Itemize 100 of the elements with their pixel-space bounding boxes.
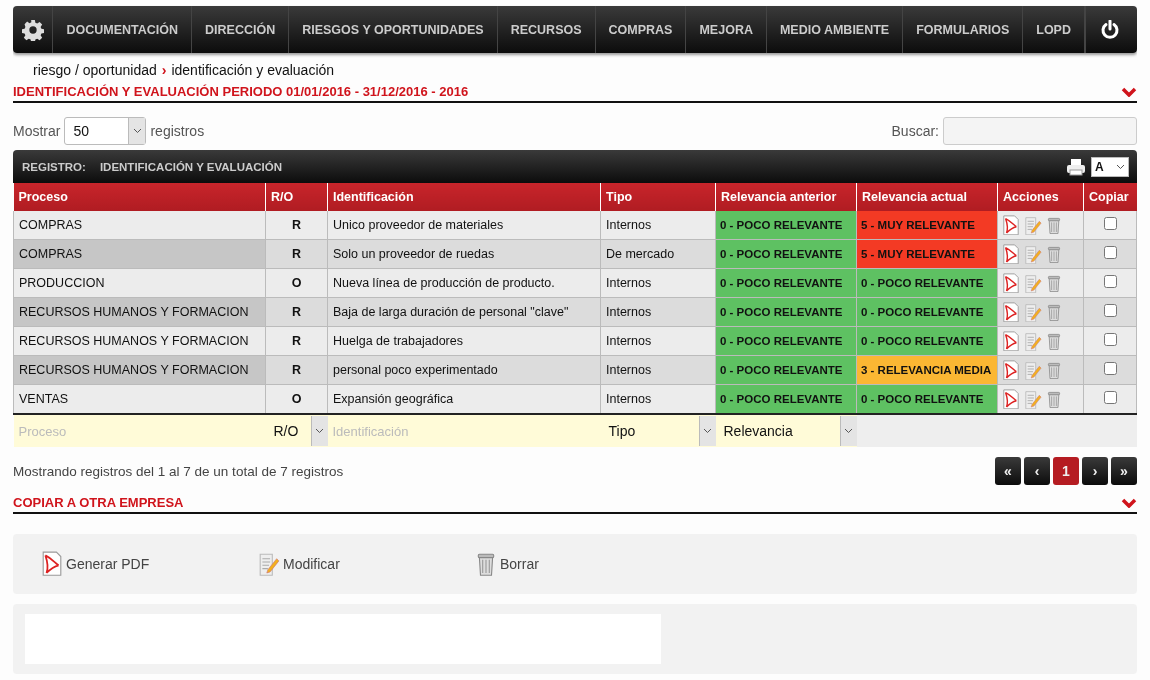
panel-label: REGISTRO: <box>22 160 86 173</box>
ro-filter-select[interactable]: R/O <box>265 416 328 446</box>
pdf-icon[interactable] <box>1002 243 1020 265</box>
show-label: Mostrar <box>13 123 61 139</box>
breadcrumb-link[interactable]: riesgo / oportunidad <box>33 62 157 84</box>
identification-filter-field[interactable]: Identificación <box>327 415 601 447</box>
column-header[interactable]: Relevancia anterior <box>715 183 857 211</box>
column-header[interactable]: Identificación <box>327 183 601 211</box>
pagination-button[interactable]: 1 <box>1053 457 1079 485</box>
nav-menu-item[interactable]: DIRECCIÓN <box>192 6 290 53</box>
chevron-down-icon <box>703 428 712 434</box>
copy-checkbox[interactable] <box>1103 333 1117 346</box>
nav-menu-item[interactable]: MEJORA <box>686 6 767 53</box>
table-cell: COMPRAS <box>13 239 266 269</box>
action-link[interactable]: Generar PDF <box>66 556 150 572</box>
chevron-down-icon <box>132 128 142 134</box>
table-cell: R <box>265 211 328 240</box>
table-cell: COMPRAS <box>13 211 266 240</box>
table-cell: R <box>265 239 328 269</box>
nav-menu-item[interactable]: DOCUMENTACIÓN <box>53 6 192 53</box>
chevron-down-icon <box>1116 163 1125 170</box>
chevron-down-icon[interactable] <box>1121 497 1137 508</box>
copy-checkbox[interactable] <box>1103 217 1117 230</box>
pdf-icon[interactable] <box>1002 214 1020 236</box>
relevance-cell: 0 - POCO RELEVANTE <box>856 384 998 414</box>
table-cell: Internos <box>600 384 716 414</box>
trash-icon[interactable] <box>1046 331 1062 351</box>
copy-checkbox[interactable] <box>1103 391 1117 404</box>
copy-checkbox[interactable] <box>1103 246 1117 259</box>
font-select[interactable]: A <box>1091 156 1129 177</box>
relevance-cell: 0 - POCO RELEVANTE <box>715 268 857 298</box>
relevance-cell: 0 - POCO RELEVANTE <box>715 326 857 356</box>
trash-icon[interactable] <box>1046 273 1062 293</box>
relevance-cell: 0 - POCO RELEVANTE <box>715 239 857 269</box>
nav-menu-item[interactable]: FORMULARIOS <box>903 6 1024 53</box>
type-filter-select[interactable]: Tipo <box>600 416 716 446</box>
pagination-button[interactable]: « <box>995 457 1021 485</box>
pagination-button[interactable]: ‹ <box>1024 457 1050 485</box>
panel-title: IDENTIFICACIÓN Y EVALUACIÓN <box>99 160 282 173</box>
relevance-cell: 0 - POCO RELEVANTE <box>715 297 857 327</box>
pdf-icon[interactable] <box>1002 272 1020 294</box>
pdf-icon[interactable] <box>1002 301 1020 323</box>
relevance-filter-select[interactable]: Relevancia <box>715 416 857 446</box>
nav-menu-item[interactable]: MEDIO AMBIENTE <box>766 6 904 53</box>
column-header[interactable]: Tipo <box>600 183 716 211</box>
trash-icon[interactable] <box>475 551 497 577</box>
table-cell: Unico proveedor de materiales <box>327 211 601 240</box>
column-header[interactable]: Proceso <box>13 183 266 211</box>
process-filter-field[interactable]: Proceso <box>13 415 266 447</box>
action-link[interactable]: Borrar <box>500 556 539 572</box>
page-size-select[interactable]: 50 <box>64 117 147 145</box>
table-cell: RECURSOS HUMANOS Y FORMACION <box>13 326 266 356</box>
table-cell: Nueva línea de producción de producto. <box>327 268 601 298</box>
table-cell: O <box>265 268 328 298</box>
chevron-down-icon <box>315 428 324 434</box>
column-header[interactable]: Acciones <box>997 183 1084 211</box>
relevance-cell: 5 - MUY RELEVANTE <box>856 211 998 240</box>
table-cell: O <box>265 384 328 414</box>
pagination-button[interactable]: » <box>1111 457 1137 485</box>
pdf-icon[interactable] <box>41 551 63 577</box>
nav-menu-item[interactable]: RECURSOS <box>497 6 596 53</box>
table-cell: R <box>265 297 328 327</box>
copy-checkbox[interactable] <box>1103 304 1117 317</box>
pdf-icon[interactable] <box>1002 388 1020 410</box>
section-title: COPIAR A OTRA EMPRESA <box>13 495 184 510</box>
relevance-cell: 0 - POCO RELEVANTE <box>856 297 998 327</box>
column-header[interactable]: R/O <box>265 183 328 211</box>
relevance-cell: 3 - RELEVANCIA MEDIA <box>856 355 998 385</box>
pdf-icon[interactable] <box>1002 359 1020 381</box>
pdf-icon[interactable] <box>1002 330 1020 352</box>
breadcrumb-current: identificación y evaluación <box>171 62 335 80</box>
relevance-cell: 0 - POCO RELEVANTE <box>715 384 857 414</box>
nav-menu-item[interactable]: LOPD <box>1023 6 1085 53</box>
search-field[interactable] <box>943 117 1137 145</box>
printer-icon[interactable] <box>1066 157 1086 176</box>
trash-icon[interactable] <box>1046 215 1062 235</box>
action-link[interactable]: Modificar <box>283 556 340 572</box>
nav-menu-item[interactable]: COMPRAS <box>595 6 687 53</box>
records-label: registros <box>150 123 205 139</box>
table-cell: Huelga de trabajadores <box>327 326 601 356</box>
chevron-down-icon[interactable] <box>1121 86 1137 97</box>
power-icon <box>1100 19 1120 40</box>
pagination-button[interactable]: › <box>1082 457 1108 485</box>
table-cell: Expansión geográfica <box>327 384 601 414</box>
relevance-cell: 0 - POCO RELEVANTE <box>856 326 998 356</box>
table-cell: Internos <box>600 355 716 385</box>
column-header[interactable]: Copiar <box>1083 183 1137 211</box>
table-cell: VENTAS <box>13 384 266 414</box>
table-cell: Internos <box>600 268 716 298</box>
copy-checkbox[interactable] <box>1103 362 1117 375</box>
table-cell: Solo un proveedor de ruedas <box>327 239 601 269</box>
nav-menu-item[interactable]: RIESGOS Y OPORTUNIDADES <box>289 6 498 53</box>
relevance-cell: 0 - POCO RELEVANTE <box>856 268 998 298</box>
table-cell: Baja de larga duración de personal "clave" <box>327 297 601 327</box>
trash-icon[interactable] <box>1046 389 1062 409</box>
table-cell: R <box>265 355 328 385</box>
column-header[interactable]: Relevancia actual <box>856 183 998 211</box>
copy-checkbox[interactable] <box>1103 275 1117 288</box>
table-cell: Internos <box>600 326 716 356</box>
settings-icon <box>21 18 44 41</box>
